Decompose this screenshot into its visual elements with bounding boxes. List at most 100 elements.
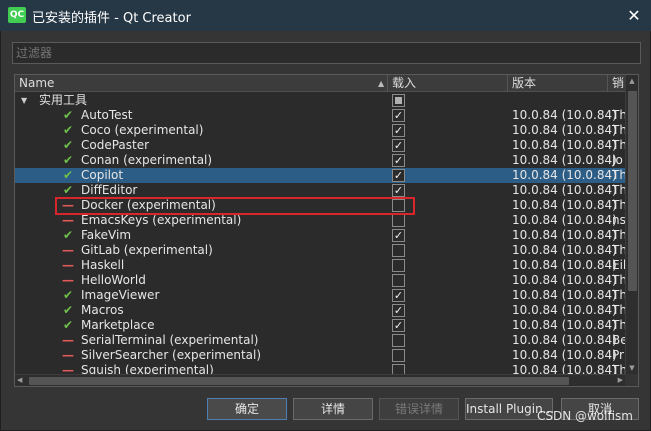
vertical-scrollbar[interactable]: ▲ ▼	[625, 75, 638, 374]
load-checkbox[interactable]: ✓	[392, 319, 405, 332]
plugin-vendor: Th	[612, 243, 625, 257]
close-button[interactable]: ✕	[617, 0, 651, 31]
plugin-version: 10.0.84 (10.0.84)	[512, 258, 617, 272]
plugin-version: 10.0.84 (10.0.84)	[512, 138, 617, 152]
plugin-row[interactable]: ✔ Conan (experimental) ✓ 10.0.84 (10.0.84) J…	[15, 153, 625, 168]
plugin-row[interactable]: ✔ Copilot ✓ 10.0.84 (10.0.84)Th	[15, 168, 625, 183]
horizontal-scrollbar[interactable]: ◀ ▶	[15, 374, 625, 386]
details-button[interactable]: 详情	[293, 398, 373, 420]
expand-arrow-icon[interactable]: ▼	[21, 96, 27, 105]
plugin-row[interactable]: — GitLab (experimental) 10.0.84 (10.0.84) T…	[15, 243, 625, 258]
plugin-row[interactable]: — SerialTerminal (experimental) 10.0.84 (1…	[15, 333, 625, 348]
category-row[interactable]: ▼ 实用工具	[15, 93, 625, 108]
plugin-vendor: Be	[612, 333, 625, 347]
plugin-row[interactable]: — SilverSearcher (experimental) 10.0.84 (1…	[15, 348, 625, 363]
plugin-row[interactable]: — EmacsKeys (experimental) 10.0.84 (10.0.8…	[15, 213, 625, 228]
plugin-row[interactable]: ✔ Marketplace ✓ 10.0.84 (10.0.84)Th	[15, 318, 625, 333]
category-load-checkbox[interactable]	[392, 94, 405, 107]
plugin-row[interactable]: ✔ AutoTest ✓ 10.0.84 (10.0.84)Th	[15, 108, 625, 123]
column-header-vendor[interactable]: 销	[608, 75, 625, 92]
loaded-check-icon: ✔	[62, 318, 74, 332]
horizontal-scroll-thumb[interactable]	[29, 377, 569, 385]
plugin-version: 10.0.84 (10.0.84)	[512, 108, 617, 122]
load-checkbox[interactable]: ✓	[392, 139, 405, 152]
not-loaded-dash-icon: —	[62, 213, 74, 227]
window-title: 已安装的插件 - Qt Creator	[32, 11, 191, 26]
load-checkbox[interactable]: ✓	[392, 229, 405, 242]
title-bar: QC 已安装的插件 - Qt Creator ✕	[0, 0, 651, 31]
loaded-check-icon: ✔	[62, 168, 74, 182]
scroll-down-icon[interactable]: ▼	[626, 364, 638, 372]
plugin-name: SerialTerminal (experimental)	[81, 333, 259, 347]
plugin-name: GitLab (experimental)	[81, 243, 213, 257]
plugin-name: Conan (experimental)	[81, 153, 213, 167]
plugin-name: DiffEditor	[81, 183, 138, 197]
category-label: 实用工具	[39, 93, 88, 107]
plugin-vendor: Th	[612, 138, 625, 152]
plugin-row[interactable]: ✔ FakeVim ✓ 10.0.84 (10.0.84)Th	[15, 228, 625, 243]
plugin-name: AutoTest	[81, 108, 133, 122]
plugin-row[interactable]: ✔ Coco (experimental) ✓ 10.0.84 (10.0.84)Th	[15, 123, 625, 138]
plugin-rows: ▼ 实用工具 ✔AutoTest✓10.0.84 (10.0.84)Th✔Coc…	[15, 93, 625, 376]
plugin-version: 10.0.84 (10.0.84)	[512, 228, 617, 242]
column-header-name[interactable]: Name	[15, 75, 388, 92]
plugin-vendor: Th	[612, 288, 625, 302]
plugin-row[interactable]: ✔ DiffEditor ✓ 10.0.84 (10.0.84)Th	[15, 183, 625, 198]
plugin-name: ImageViewer	[81, 288, 160, 302]
filter-input[interactable]	[12, 42, 641, 64]
load-checkbox[interactable]	[392, 214, 405, 227]
not-loaded-dash-icon: —	[62, 348, 74, 362]
load-checkbox[interactable]	[392, 244, 405, 257]
load-checkbox[interactable]: ✓	[392, 304, 405, 317]
plugin-name: SilverSearcher (experimental)	[81, 348, 262, 362]
ok-button[interactable]: 确定	[207, 398, 287, 420]
plugin-vendor: Th	[612, 168, 625, 182]
plugin-vendor: Th	[612, 273, 625, 287]
plugin-version: 10.0.84 (10.0.84)	[512, 243, 617, 257]
plugin-row[interactable]: — Docker (experimental) 10.0.84 (10.0.84) T…	[15, 198, 625, 213]
scroll-left-icon[interactable]: ◀	[17, 376, 22, 384]
plugin-vendor: Th	[612, 183, 625, 197]
plugin-row[interactable]: ✔ CodePaster ✓ 10.0.84 (10.0.84)Th	[15, 138, 625, 153]
load-checkbox[interactable]: ✓	[392, 124, 405, 137]
load-checkbox[interactable]: ✓	[392, 169, 405, 182]
plugin-vendor: Th	[612, 228, 625, 242]
load-checkbox[interactable]: ✓	[392, 109, 405, 122]
plugin-name: Marketplace	[81, 318, 155, 332]
scroll-up-icon[interactable]: ▲	[626, 77, 638, 85]
load-checkbox[interactable]	[392, 349, 405, 362]
load-checkbox[interactable]	[392, 274, 405, 287]
plugin-version: 10.0.84 (10.0.84)	[512, 183, 617, 197]
qt-creator-icon: QC	[8, 7, 26, 23]
loaded-check-icon: ✔	[62, 228, 74, 242]
load-checkbox[interactable]	[392, 199, 405, 212]
loaded-check-icon: ✔	[62, 123, 74, 137]
error-details-button[interactable]: 错误详情	[379, 398, 459, 420]
plugin-name: Macros	[81, 303, 124, 317]
plugin-row[interactable]: ✔ ImageViewer ✓ 10.0.84 (10.0.84)Th	[15, 288, 625, 303]
load-checkbox[interactable]: ✓	[392, 184, 405, 197]
column-header-load[interactable]: 载入	[388, 75, 508, 92]
scroll-right-icon[interactable]: ▶	[618, 376, 623, 384]
loaded-check-icon: ✔	[62, 138, 74, 152]
loaded-check-icon: ✔	[62, 303, 74, 317]
plugin-version: 10.0.84 (10.0.84)	[512, 153, 617, 167]
not-loaded-dash-icon: —	[62, 333, 74, 347]
plugin-row[interactable]: — Haskell 10.0.84 (10.0.84) Eil	[15, 258, 625, 273]
plugin-row[interactable]: ✔ Macros ✓ 10.0.84 (10.0.84)Th	[15, 303, 625, 318]
loaded-check-icon: ✔	[62, 288, 74, 302]
watermark: CSDN @wolfism	[536, 409, 633, 423]
not-loaded-dash-icon: —	[62, 273, 74, 287]
load-checkbox[interactable]	[392, 334, 405, 347]
vertical-scroll-thumb[interactable]	[628, 91, 637, 291]
installed-plugins-dialog: Name ▲ 载入 版本 销 ▼ 实用工具 ✔ AutoTest ✓ 10.0.84 …	[0, 31, 651, 431]
plugin-row[interactable]: — HelloWorld 10.0.84 (10.0.84)Th	[15, 273, 625, 288]
plugin-vendor: ns	[612, 213, 625, 227]
not-loaded-dash-icon: —	[62, 243, 74, 257]
load-checkbox[interactable]: ✓	[392, 289, 405, 302]
column-header-version[interactable]: 版本	[508, 75, 608, 92]
plugin-tree: Name ▲ 载入 版本 销 ▼ 实用工具 ✔ AutoTest ✓ 10.0.84 …	[14, 74, 639, 387]
plugin-vendor: Eil	[612, 258, 625, 272]
load-checkbox[interactable]: ✓	[392, 154, 405, 167]
load-checkbox[interactable]	[392, 259, 405, 272]
